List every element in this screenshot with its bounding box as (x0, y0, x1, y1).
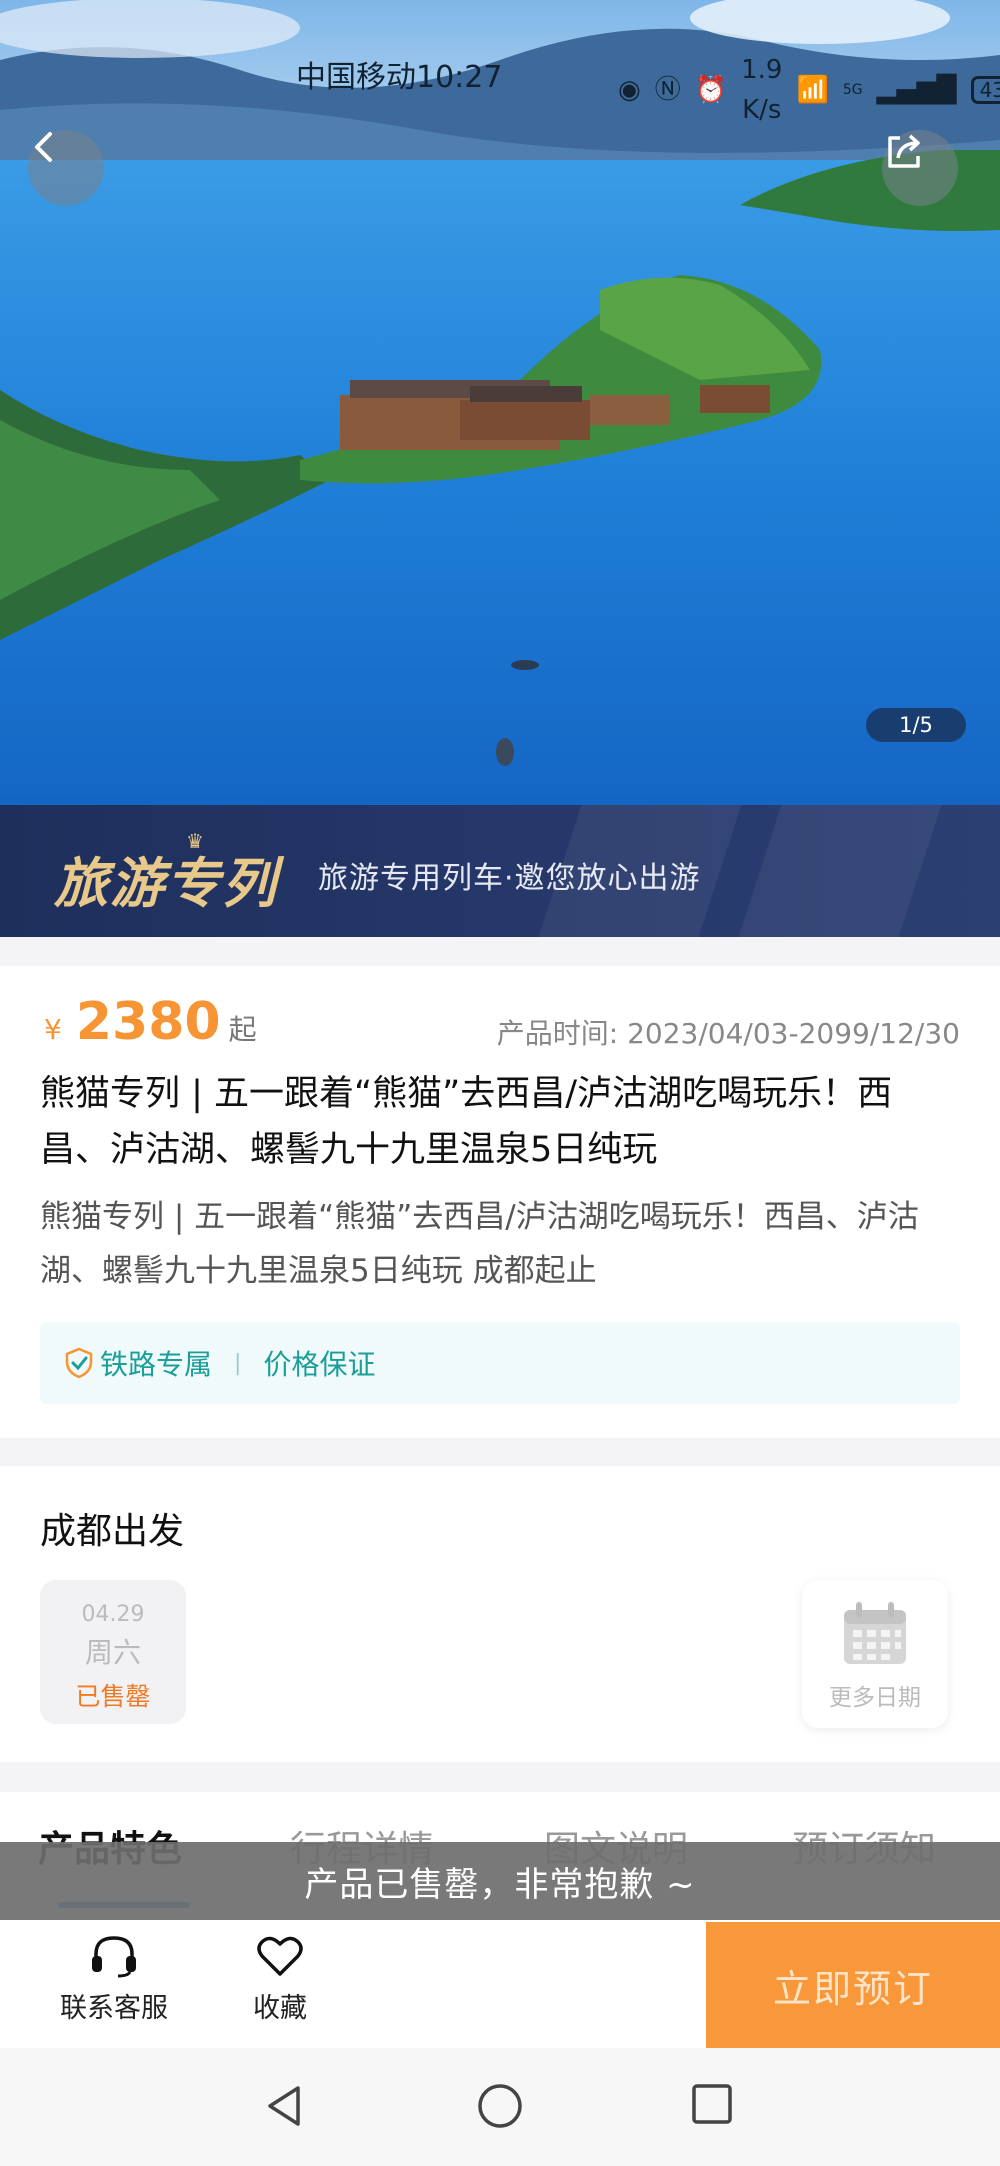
nav-home-icon[interactable] (476, 2082, 524, 2130)
status-bar: 中国移动10:27 ◉ Ⓝ ⏰ 1.9 K/s 📶 5G ▂▄▆█ 43 (0, 48, 1000, 125)
shield-check-icon (65, 1347, 93, 1379)
heart-icon (257, 1936, 303, 1976)
product-title: 熊猫专列 | 五一跟着“熊猫”去西昌/泸沽湖吃喝玩乐！西昌、泸沽湖、螺髻九十九里… (40, 1074, 893, 1170)
product-time: 产品时间: 2023/04/03-2099/12/30 (496, 1017, 960, 1050)
favorite-label: 收藏 (253, 1993, 307, 2024)
sold-out-toast: 产品已售罄，非常抱歉 ~ (0, 1842, 1000, 1920)
price-unit: 起 (228, 1013, 257, 1046)
banner-logo: 旅游专列 (54, 851, 278, 915)
tag-railway-exclusive: 铁路专属 (100, 1348, 213, 1381)
favorite-button[interactable]: 收藏 (230, 1934, 330, 2025)
net-speed: 1.9 K/s (741, 55, 783, 125)
chevron-left-icon (35, 132, 52, 162)
more-dates-label: 更多日期 (829, 1685, 921, 1711)
hero-image[interactable]: 中国移动10:27 ◉ Ⓝ ⏰ 1.9 K/s 📶 5G ▂▄▆█ 43 1/5 (0, 0, 1000, 805)
nav-recents-icon[interactable] (690, 2082, 734, 2126)
signal-bars-icon: ▂▄▆█ (876, 75, 957, 105)
date-status: 已售罄 (75, 1682, 151, 1711)
banner-slogan: 旅游专用列车·邀您放心出游 (318, 861, 701, 896)
share-icon (888, 134, 920, 168)
customer-service-button[interactable]: 联系客服 (54, 1934, 174, 2025)
price: ¥ 2380 起 (44, 992, 257, 1052)
system-nav-bar (0, 2048, 1000, 2166)
product-description: 熊猫专列 | 五一跟着“熊猫”去西昌/泸沽湖吃喝玩乐！西昌、泸沽湖、螺髻九十九里… (40, 1199, 919, 1289)
wifi-icon: 📶 (796, 75, 829, 105)
signal-label: 5G (842, 82, 863, 98)
bottom-action-bar: 联系客服 收藏 立即预订 (0, 1922, 1000, 2048)
status-icons: ◉ Ⓝ ⏰ 1.9 K/s 📶 5G ▂▄▆█ 43 (618, 50, 1000, 130)
price-value: 2380 (75, 992, 221, 1052)
battery-icon: 43 (970, 76, 1000, 104)
tour-train-banner[interactable]: ♛ 旅游专列 旅游专用列车·邀您放心出游 (0, 805, 1000, 937)
departure-title: 成都出发 (40, 1511, 185, 1552)
more-dates-button[interactable]: 更多日期 (802, 1580, 948, 1728)
product-card: ¥ 2380 起 产品时间: 2023/04/03-2099/12/30 熊猫专… (0, 966, 1000, 1438)
calendar-icon (844, 1602, 906, 1664)
nfc-icon: Ⓝ (654, 75, 681, 105)
tag-divider: | (234, 1350, 242, 1376)
eye-icon: ◉ (618, 75, 641, 105)
headset-icon (92, 1936, 136, 1978)
status-carrier-time: 中国移动10:27 (296, 60, 503, 95)
alarm-icon: ⏰ (694, 75, 728, 105)
image-counter: 1/5 (866, 708, 966, 742)
departure-card: 成都出发 04.29 周六 已售罄 更多日期 (0, 1466, 1000, 1762)
banner-decoration (738, 805, 942, 937)
customer-service-label: 联系客服 (60, 1993, 168, 2024)
guarantee-tags[interactable]: 铁路专属 | 价格保证 (40, 1322, 960, 1404)
book-now-button[interactable]: 立即预订 (706, 1922, 1000, 2048)
tag-price-guarantee: 价格保证 (263, 1348, 376, 1381)
nav-back-icon[interactable] (262, 2082, 306, 2130)
date-weekday: 周六 (84, 1636, 141, 1669)
back-button[interactable] (28, 130, 104, 206)
currency-symbol: ¥ (44, 1013, 62, 1046)
share-button[interactable] (882, 130, 958, 206)
date-option[interactable]: 04.29 周六 已售罄 (40, 1580, 186, 1724)
date-month-day: 04.29 (81, 1602, 145, 1627)
